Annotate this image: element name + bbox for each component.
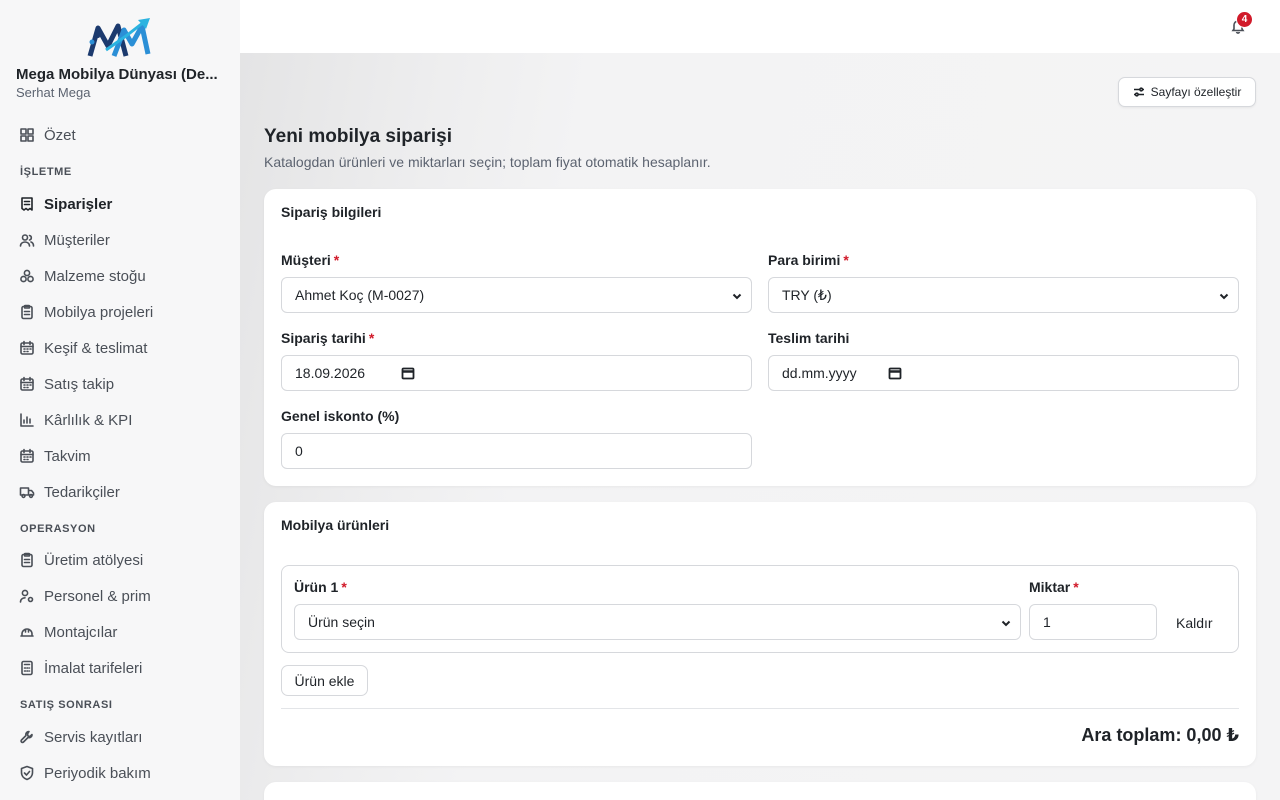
currency-select[interactable]: TRY (₺) [768,277,1239,313]
sidebar-item-label: Personel & prim [44,587,151,605]
sidebar-item-label: Müşteriler [44,231,110,249]
calendar-icon [19,376,35,392]
sidebar-item-montajcilar[interactable]: Montajcılar [16,618,226,646]
products-title: Mobilya ürünleri [281,517,390,533]
calculator-icon [19,660,35,676]
products-card: Mobilya ürünleri Ürün 1 * Ürün seçin Mikt… [264,502,1256,766]
quantity-input[interactable]: 1 [1029,604,1157,640]
sidebar-item-label: Üretim atölyesi [44,551,144,569]
sidebar-item-periyodik-bakim[interactable]: Periyodik bakım [16,759,226,787]
sidebar-item-label: Mobilya projeleri [44,303,154,321]
divider [281,708,1239,709]
sidebar-item-label: Kârlılık & KPI [44,411,133,429]
chevron-down-icon [731,289,743,301]
sidebar-item-takvim[interactable]: Takvim [16,442,226,470]
order-date-value: 18.09.2026 [295,365,366,381]
sidebar-item-label: Özet [44,126,76,144]
brand-user: Serhat Mega [16,85,91,100]
page-subtitle: Katalogdan ürünleri ve miktarları seçin;… [264,154,711,170]
calendar-icon [19,340,35,356]
clipboard-icon [19,304,35,320]
delivery-date-input[interactable]: dd.mm.yyyy [768,355,1239,391]
sidebar-item-karlilik-kpi[interactable]: Kârlılık & KPI [16,406,226,434]
grid-icon [19,127,35,143]
sidebar-item-label: Siparişler [44,195,113,213]
sidebar-item-label: Takvim [44,447,91,465]
customer-select[interactable]: Ahmet Koç (M-0027) [281,277,752,313]
sidebar-item-label: Servis kayıtları [44,728,143,746]
sidebar-item-satis-takip[interactable]: Satış takip [16,370,226,398]
wrench-icon [19,729,35,745]
currency-select-value: TRY (₺) [782,286,832,303]
sidebar-item-ozet[interactable]: Özet [16,121,226,149]
discount-value: 0 [295,443,303,459]
currency-label: Para birimi * [768,252,849,268]
sidebar-item-label: Periyodik bakım [44,764,151,782]
sidebar-item-label: Tedarikçiler [44,483,120,501]
next-card [264,782,1256,800]
chevron-down-icon [1218,289,1230,301]
notification-count-badge: 4 [1236,11,1253,28]
sidebar-item-malzeme-stogu[interactable]: Malzeme stoğu [16,262,226,290]
order-date-input[interactable]: 18.09.2026 [281,355,752,391]
sidebar-item-personel-prim[interactable]: Personel & prim [16,582,226,610]
truck-icon [19,484,35,500]
calendar-icon[interactable] [888,366,902,380]
discount-input[interactable]: 0 [281,433,752,469]
main-content: Sayfayı özelleştir Yeni mobilya siparişi… [240,53,1280,800]
customer-select-value: Ahmet Koç (M-0027) [295,287,425,303]
sidebar-item-label: Keşif & teslimat [44,339,148,357]
delivery-date-label: Teslim tarihi [768,330,850,346]
sidebar-item-servis-kayitlari[interactable]: Servis kayıtları [16,723,226,751]
sidebar-item-siparisler[interactable]: Siparişler [16,190,226,218]
sidebar-item-mobilya-projeleri[interactable]: Mobilya projeleri [16,298,226,326]
customer-label: Müşteri * [281,252,340,268]
clipboard-icon [19,552,35,568]
order-date-label: Sipariş tarihi * [281,330,375,346]
discount-label: Genel iskonto (%) [281,408,400,424]
receipt-icon [19,196,35,212]
sidebar-item-imalat-tarifeleri[interactable]: İmalat tarifeleri [16,654,226,682]
order-info-title: Sipariş bilgileri [281,204,382,220]
customize-page-button[interactable]: Sayfayı özelleştir [1118,77,1256,107]
nav-section-satis-sonrasi: SATIŞ SONRASI [20,699,113,711]
shield-check-icon [19,765,35,781]
bar-chart-icon [19,412,35,428]
sidebar-item-musteriler[interactable]: Müşteriler [16,226,226,254]
boxes-icon [19,268,35,284]
product-select-value: Ürün seçin [308,614,375,630]
quantity-label: Miktar * [1029,579,1079,595]
nav-section-operasyon: OPERASYON [20,523,96,535]
sidebar-item-uretim-atolyesi[interactable]: Üretim atölyesi [16,546,226,574]
subtotal: Ara toplam: 0,00 ₺ [1081,725,1239,745]
sidebar-item-tedarikciler[interactable]: Tedarikçiler [16,478,226,506]
add-product-button[interactable]: Ürün ekle [281,665,368,696]
quantity-value: 1 [1043,614,1051,630]
notifications-button[interactable]: 4 [1228,11,1253,36]
sidebar-item-label: Satış takip [44,375,115,393]
remove-product-button[interactable]: Kaldır [1176,615,1213,631]
users-icon [19,232,35,248]
sliders-icon [1133,86,1145,98]
user-settings-icon [19,588,35,604]
chevron-down-icon [1000,616,1012,628]
brand-logo[interactable] [84,16,156,62]
product-row: Ürün 1 * Ürün seçin Miktar * 1 Kaldır [281,565,1239,653]
delivery-date-placeholder: dd.mm.yyyy [782,365,857,381]
sidebar-item-label: Malzeme stoğu [44,267,146,285]
page-title: Yeni mobilya siparişi [264,126,452,147]
order-info-card: Sipariş bilgileri Müşteri * Ahmet Koç (M-… [264,189,1256,486]
brand-name: Mega Mobilya Dünyası (De... [16,66,218,83]
calendar-icon[interactable] [401,366,415,380]
sidebar: Mega Mobilya Dünyası (De... Serhat Mega … [0,0,240,800]
hard-hat-icon [19,624,35,640]
calendar-icon [19,448,35,464]
sidebar-item-label: Montajcılar [44,623,118,641]
nav-section-isletme: İŞLETME [20,166,72,178]
sidebar-item-label: İmalat tarifeleri [44,659,143,677]
product-label: Ürün 1 * [294,579,347,595]
product-select[interactable]: Ürün seçin [294,604,1021,640]
sidebar-item-kesif-teslimat[interactable]: Keşif & teslimat [16,334,226,362]
customize-page-label: Sayfayı özelleştir [1150,85,1242,99]
